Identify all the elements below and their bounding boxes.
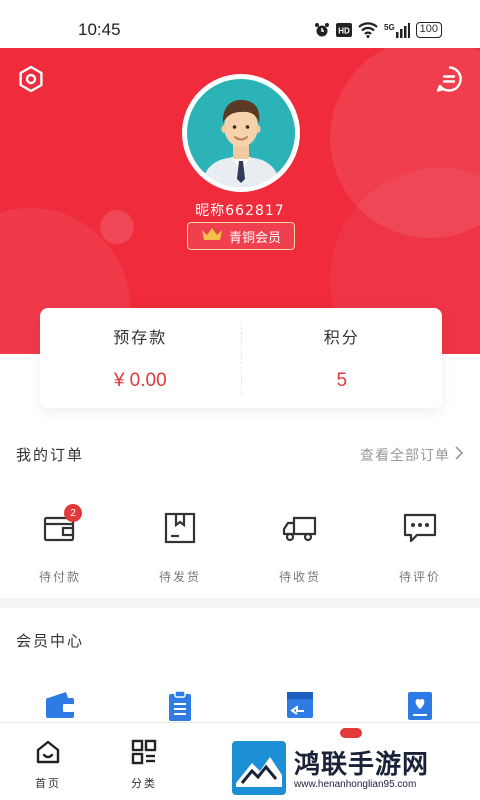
orders-title: 我的订单 [16, 446, 85, 464]
hd-icon: HD [335, 23, 352, 37]
order-pending-receipt-label: 待收货 [278, 570, 321, 584]
order-pending-review-label: 待评价 [398, 570, 441, 584]
order-pending-payment-label: 待付款 [38, 570, 81, 584]
points-label: 积分 [323, 328, 360, 347]
order-pending-payment[interactable]: 2 待付款 [0, 502, 120, 592]
wifi-icon [357, 22, 378, 38]
deposit-label: 预存款 [113, 328, 168, 347]
settings-icon[interactable] [16, 64, 46, 94]
wallet-icon: 2 [42, 504, 82, 546]
clipboard-icon [167, 690, 193, 726]
vip-grid [0, 690, 480, 726]
status-icons: HD 5G 100 [314, 22, 442, 38]
section-divider [0, 598, 480, 608]
deposit-cell[interactable]: 预存款 ¥ 0.00 [40, 308, 241, 408]
comment-icon [402, 510, 438, 546]
order-count-badge: 2 [64, 504, 82, 522]
truck-icon [282, 510, 318, 546]
favorite-icon [406, 690, 434, 726]
view-all-orders-label: 查看全部订单 [360, 447, 450, 464]
nav-category[interactable]: 分类 [96, 723, 192, 800]
avatar-image [187, 79, 295, 187]
nav-home[interactable]: 首页 [0, 723, 96, 800]
order-pending-shipment-label: 待发货 [158, 570, 201, 584]
svg-text:HD: HD [338, 27, 350, 36]
order-pending-shipment[interactable]: 待发货 [120, 502, 240, 592]
avatar[interactable] [182, 74, 300, 192]
order-pending-review[interactable]: 待评价 [360, 502, 480, 592]
cart-badge [340, 728, 362, 738]
watermark: 鸿联手游网 www.henanhonglian95.com [230, 740, 480, 800]
signal-icon: 5G [384, 22, 410, 38]
vip-title: 会员中心 [16, 632, 85, 650]
watermark-url: www.henanhonglian95.com [294, 778, 417, 790]
member-level-label: 青铜会员 [228, 230, 281, 246]
watermark-text: 鸿联手游网 www.henanhonglian95.com [294, 751, 429, 790]
svg-text:5G: 5G [384, 23, 395, 32]
points-value: 5 [336, 370, 348, 391]
vip-item-wallet[interactable] [0, 690, 120, 726]
points-cell[interactable]: 积分 5 [242, 308, 443, 408]
home-icon [35, 739, 61, 769]
package-icon [162, 510, 198, 546]
nav-home-label: 首页 [35, 777, 61, 790]
vip-item-returns[interactable] [240, 690, 360, 726]
balance-card: 预存款 ¥ 0.00 积分 5 [40, 308, 442, 408]
orders-header: 我的订单 查看全部订单 [16, 444, 464, 465]
deposit-value: ¥ 0.00 [113, 370, 167, 391]
return-icon [285, 690, 315, 726]
order-status-grid: 2 待付款 待发货 待收货 待评价 [0, 502, 480, 592]
wallet-icon [44, 690, 76, 726]
order-pending-receipt[interactable]: 待收货 [240, 502, 360, 592]
chevron-right-icon [454, 445, 464, 465]
nickname: 昵称662817 [195, 203, 285, 219]
status-time: 10:45 [78, 20, 121, 39]
member-level-badge[interactable]: 青铜会员 [187, 222, 295, 250]
nav-category-label: 分类 [131, 777, 157, 790]
watermark-logo-icon [230, 739, 288, 800]
vip-item-orders[interactable] [120, 690, 240, 726]
crown-icon [201, 226, 223, 246]
alarm-icon [314, 22, 330, 38]
vip-item-favorites[interactable] [360, 690, 480, 726]
status-bar: 10:45 HD 5G 100 [0, 0, 480, 48]
vip-header: 会员中心 [16, 630, 464, 651]
watermark-name: 鸿联手游网 [294, 749, 430, 780]
view-all-orders-link[interactable]: 查看全部订单 [360, 445, 464, 465]
battery-indicator: 100 [415, 22, 442, 38]
message-icon[interactable] [434, 64, 464, 94]
category-icon [131, 739, 157, 769]
